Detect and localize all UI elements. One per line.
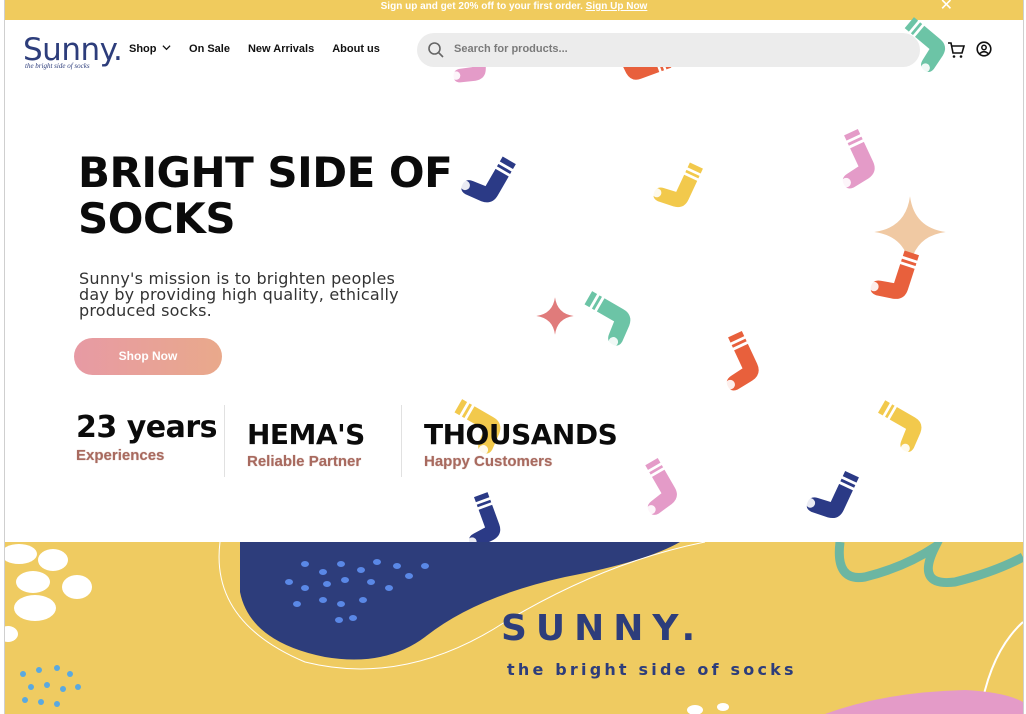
hero-mission-text: Sunny's mission is to brighten peoples d… — [79, 269, 399, 320]
chevron-down-icon — [160, 44, 172, 54]
stat-caption: Reliable Partner — [247, 453, 362, 470]
brand-logo[interactable]: Sunny. the bright side of socks — [23, 34, 123, 70]
cart-icon[interactable] — [947, 41, 966, 64]
nav-new-arrivals[interactable]: New Arrivals — [248, 43, 314, 55]
sock-icon — [649, 153, 704, 213]
search-bar[interactable]: Search for products... — [417, 33, 920, 67]
search-input[interactable]: Search for products... — [454, 43, 568, 55]
banner-subtitle: the bright side of socks — [507, 660, 797, 679]
sock-icon — [707, 330, 765, 394]
stat-value: 23 years — [76, 410, 218, 445]
nav-shop[interactable]: Shop — [129, 43, 171, 55]
page-frame: Sign up and get 20% off to your first or… — [4, 0, 1024, 714]
nav-on-sale[interactable]: On Sale — [189, 43, 230, 55]
sock-icon — [453, 491, 505, 542]
stat-caption: Experiences — [76, 447, 165, 464]
stat-value: HEMA'S — [247, 418, 365, 451]
stat-partner: HEMA'S Reliable Partner — [247, 418, 365, 470]
sock-icon — [802, 461, 860, 525]
stat-customers: THOUSANDS Happy Customers — [424, 418, 618, 470]
sock-icon — [573, 290, 638, 350]
nav-about-us[interactable]: About us — [332, 43, 380, 55]
stat-divider — [401, 405, 402, 477]
nav-shop-label: Shop — [129, 43, 157, 55]
stat-caption: Happy Customers — [424, 453, 553, 470]
sock-icon — [823, 128, 881, 192]
hero-title: BRIGHT SIDE OF SOCKS — [78, 148, 453, 243]
sock-icon — [867, 399, 928, 456]
banner-title: SUNNY. — [501, 608, 705, 649]
stat-value: THOUSANDS — [424, 418, 618, 451]
brand-banner: SUNNY. the bright side of socks — [5, 542, 1023, 714]
shop-now-button[interactable]: Shop Now — [74, 338, 222, 375]
stat-divider — [224, 405, 225, 477]
sock-icon — [626, 457, 683, 519]
account-icon[interactable] — [976, 41, 992, 62]
main-nav: Shop On Sale New Arrivals About us — [129, 43, 380, 55]
stat-years: 23 years Experiences — [76, 410, 218, 464]
search-icon[interactable] — [427, 41, 445, 64]
sparkle-icon — [536, 297, 574, 335]
